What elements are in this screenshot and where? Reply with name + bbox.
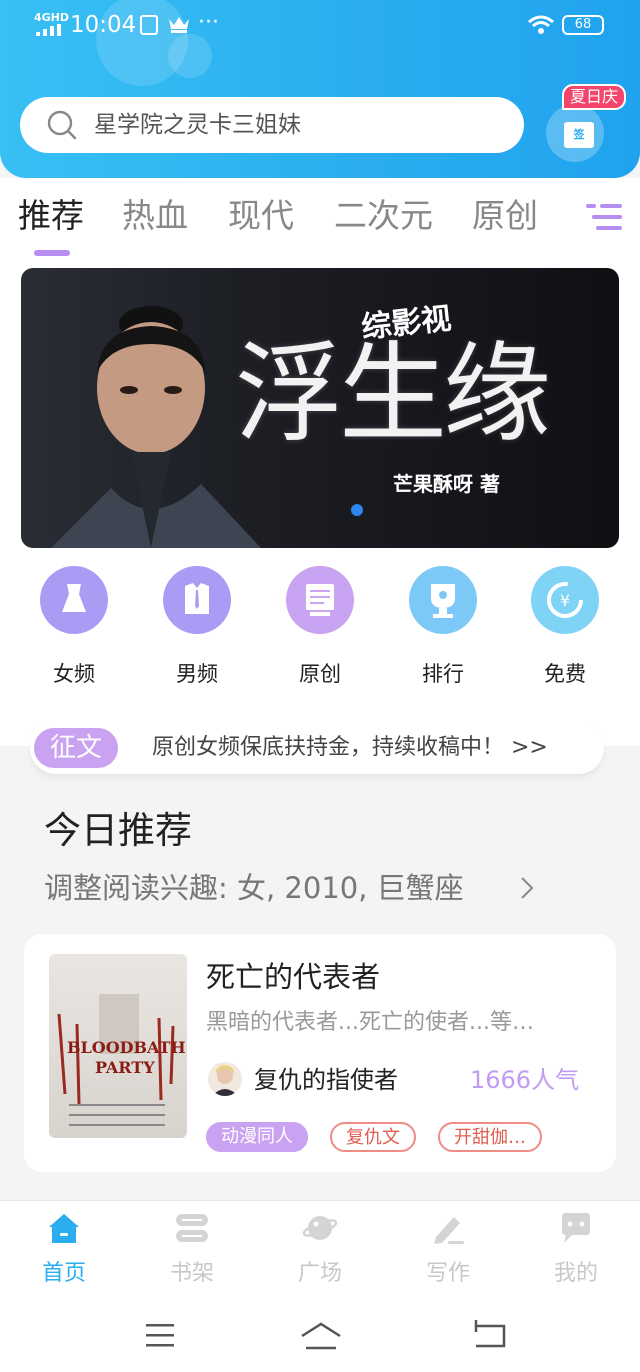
nav-write[interactable]: 写作: [398, 1211, 498, 1289]
category-tabs: 推荐 热血 现代 二次元 原创: [0, 178, 640, 266]
category-ranking[interactable]: 排行: [393, 566, 493, 688]
notice-text: 原创女频保底扶持金，持续收稿中！ >>: [152, 735, 548, 760]
banner-title: 浮生缘: [235, 332, 551, 457]
bottom-navigation: 首页 书架 广场 写作 我的: [0, 1200, 640, 1300]
pen-icon: [434, 1217, 464, 1244]
crown-icon: [169, 17, 189, 33]
book-title: 死亡的代表者: [206, 960, 381, 994]
author-name[interactable]: 复仇的指使者: [254, 1062, 398, 1098]
category-label: 原创: [299, 662, 341, 686]
event-badge: 夏日庆: [562, 84, 627, 110]
tab-menu-icon[interactable]: [586, 202, 622, 232]
planet-icon: [302, 1216, 338, 1240]
category-label: 男频: [176, 662, 218, 686]
section-title: 今日推荐: [44, 809, 192, 852]
contest-tag: 征文: [34, 728, 118, 768]
nav-label: 书架: [169, 1261, 214, 1286]
tab-recommend[interactable]: 推荐: [18, 194, 84, 238]
cover-title: BLOODBATH: [67, 1038, 186, 1057]
book-description: 黑暗的代表者...死亡的使者...等…: [206, 1010, 534, 1035]
search-bar[interactable]: 星学院之灵卡三姐妹: [20, 97, 524, 153]
yuan-coin-icon: ¥: [531, 566, 599, 634]
category-label: 女频: [53, 662, 95, 686]
back-icon[interactable]: [470, 1318, 510, 1352]
nav-bookshelf[interactable]: 书架: [142, 1211, 242, 1289]
tab-modern[interactable]: 现代: [228, 194, 294, 238]
tab-original[interactable]: 原创: [472, 194, 538, 238]
chat-icon: [562, 1213, 590, 1243]
category-original[interactable]: 原创: [270, 566, 370, 688]
search-icon: [47, 110, 77, 140]
signal-icon: [36, 24, 61, 36]
status-bar: 4GHD 10:04 ··· 68: [0, 0, 640, 50]
app-header: 4GHD 10:04 ··· 68 星学院之灵卡三姐妹 夏日庆 签: [0, 0, 640, 178]
book-icon: [286, 566, 354, 634]
book-tag[interactable]: 开甜伽…: [438, 1122, 542, 1152]
author-avatar: [208, 1062, 242, 1096]
category-label: 免费: [544, 662, 586, 686]
book-tag[interactable]: 动漫同人: [206, 1122, 308, 1152]
nav-label: 广场: [297, 1261, 342, 1286]
checkin-gift-icon: 签: [564, 122, 594, 148]
more-status-icon: ···: [198, 10, 219, 35]
wifi-icon: [528, 15, 554, 34]
book-card[interactable]: BLOODBATH PARTY 死亡的代表者 黑暗的代表者...死亡的使者...…: [24, 934, 616, 1172]
shirt-icon: [163, 566, 231, 634]
home-button-icon[interactable]: [298, 1318, 344, 1352]
category-label: 排行: [422, 662, 464, 686]
nav-home[interactable]: 首页: [14, 1211, 114, 1289]
main-content-top: 综影视 浮生缘 芒果酥呀 著 女频 男频 原创 排行 ¥ 免费: [0, 266, 640, 746]
carousel-indicator: [351, 504, 363, 516]
battery-icon: 68: [562, 15, 604, 35]
interest-settings-link[interactable]: 调整阅读兴趣: 女, 2010, 巨蟹座: [44, 866, 464, 910]
nav-me[interactable]: 我的: [526, 1211, 626, 1289]
system-navigation-bar: [0, 1300, 640, 1372]
nav-label: 我的: [553, 1261, 598, 1286]
category-female[interactable]: 女频: [24, 566, 124, 688]
popularity-count: 1666人气: [470, 1066, 580, 1094]
book-tag[interactable]: 复仇文: [330, 1122, 416, 1152]
tab-anime[interactable]: 二次元: [334, 194, 433, 238]
svg-text:¥: ¥: [560, 591, 570, 610]
category-free[interactable]: ¥ 免费: [515, 566, 615, 688]
book-cover: BLOODBATH PARTY: [49, 954, 187, 1138]
nav-label: 首页: [41, 1261, 86, 1286]
banner-author: 芒果酥呀 著: [393, 472, 500, 496]
search-placeholder: 星学院之灵卡三姐妹: [94, 112, 301, 138]
home-icon: [49, 1214, 79, 1243]
active-tab-indicator: [34, 250, 70, 256]
dress-icon: [40, 566, 108, 634]
category-male[interactable]: 男频: [147, 566, 247, 688]
checkin-button[interactable]: 夏日庆 签: [544, 82, 632, 174]
network-type: 4GHD: [34, 11, 70, 24]
promo-banner[interactable]: 综影视 浮生缘 芒果酥呀 著: [21, 268, 619, 548]
cover-subtitle: PARTY: [95, 1058, 155, 1077]
sim-icon: [140, 15, 158, 35]
contest-notice[interactable]: 征文 原创女频保底扶持金，持续收稿中！ >>: [30, 722, 604, 774]
nav-label: 写作: [425, 1261, 470, 1286]
menu-icon[interactable]: [140, 1318, 180, 1352]
tab-hot-blood[interactable]: 热血: [122, 194, 188, 238]
bookshelf-icon: [176, 1214, 208, 1242]
trophy-icon: [409, 566, 477, 634]
status-time: 10:04: [70, 12, 137, 38]
chevron-right-icon: [521, 877, 534, 899]
nav-square[interactable]: 广场: [270, 1211, 370, 1289]
